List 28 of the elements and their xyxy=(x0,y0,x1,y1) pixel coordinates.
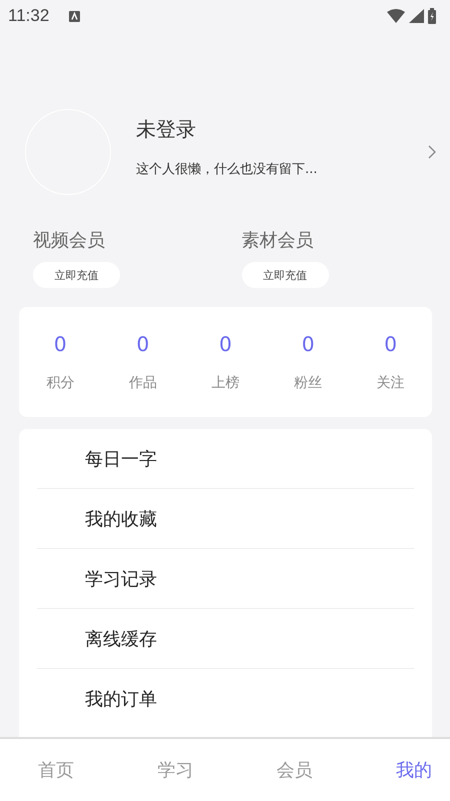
user-name: 未登录 xyxy=(136,116,197,143)
stat-label: 作品 xyxy=(128,374,157,392)
stat-label: 关注 xyxy=(376,374,405,392)
membership-title: 视频会员 xyxy=(33,229,105,252)
stat-value: 0 xyxy=(384,332,398,356)
stat-label: 积分 xyxy=(46,374,74,392)
signal-icon xyxy=(409,9,424,23)
menu-item[interactable]: 我的收藏 xyxy=(85,506,157,530)
menu-item[interactable]: 每日一字 xyxy=(85,446,157,470)
menu-item[interactable]: 离线缓存 xyxy=(85,626,157,650)
stat-value: 0 xyxy=(54,332,67,356)
menu-item[interactable]: 我的订单 xyxy=(85,687,157,711)
recharge-button[interactable]: 立即充值 xyxy=(242,262,328,288)
stat-label: 粉丝 xyxy=(294,374,322,392)
recharge-button[interactable]: 立即充值 xyxy=(33,262,120,288)
stat-label: 上榜 xyxy=(211,374,240,392)
membership-title: 素材会员 xyxy=(242,229,314,252)
stat-value: 0 xyxy=(219,332,232,356)
stat-value: 0 xyxy=(136,332,150,356)
menu-item[interactable]: 学习记录 xyxy=(85,566,157,590)
notification-icon xyxy=(69,10,80,22)
battery-icon xyxy=(428,8,436,24)
user-bio: 这个人很懒，什么也没有留下... xyxy=(136,161,318,178)
status-time: 11:32 xyxy=(8,6,50,26)
chevron-right-icon[interactable] xyxy=(428,145,436,159)
wifi-icon xyxy=(387,9,405,23)
tab[interactable]: 我的 xyxy=(396,758,432,782)
stat-value: 0 xyxy=(302,332,314,356)
